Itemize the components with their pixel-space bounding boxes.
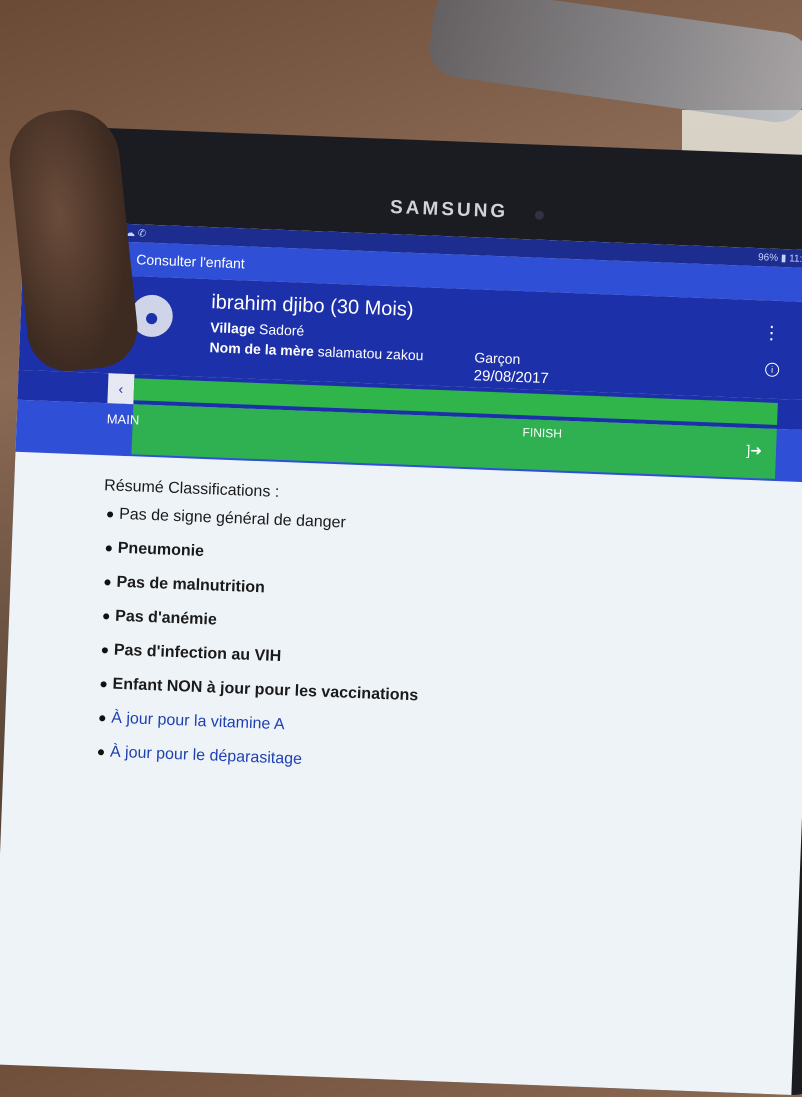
mother-label: Nom de la mère <box>209 339 315 360</box>
more-vert-icon[interactable]: ⋮ <box>762 322 781 344</box>
patient-village: Village Sadoré <box>210 319 304 339</box>
info-icon[interactable]: i <box>764 362 780 378</box>
mother-value: salamatou zakou <box>317 343 424 364</box>
bullet-icon <box>100 680 107 688</box>
bullet-icon <box>105 545 112 552</box>
background-object <box>425 0 802 127</box>
classification-text: Pas d'infection au VIH <box>113 641 282 666</box>
patient-name: ibrahim djibo (30 Mois) <box>210 291 414 321</box>
village-value: Sadoré <box>258 321 305 339</box>
exit-icon: ]➜ <box>746 441 763 459</box>
app-title: Consulter l'enfant <box>136 251 246 272</box>
clock: 11:05 <box>788 252 802 265</box>
patient-mother: Nom de la mère salamatou zakou <box>209 339 423 363</box>
bullet-icon <box>104 579 111 586</box>
front-camera <box>534 210 545 220</box>
summary-content: Résumé Classifications : Pas de signe gé… <box>4 452 802 788</box>
patient-dob: 29/08/2017 <box>473 367 550 388</box>
bullet-icon <box>99 714 106 722</box>
brand-logo: SAMSUNG <box>389 196 509 223</box>
bullet-icon <box>103 613 110 620</box>
classification-text: Pas d'anémie <box>114 607 218 629</box>
patient-gender: Garçon <box>474 349 521 368</box>
classification-text: Enfant NON à jour pour les vaccinations <box>112 675 419 705</box>
bullet-icon <box>101 646 109 654</box>
back-button[interactable]: ‹ <box>107 373 135 405</box>
bullet-icon <box>97 748 105 756</box>
bullet-icon <box>107 511 114 518</box>
classification-text: Pas de signe général de danger <box>118 505 347 532</box>
classification-text: Pneumonie <box>117 539 205 561</box>
tab-main[interactable]: MAIN <box>106 411 139 427</box>
classification-text: À jour pour le déparasitage <box>109 743 303 768</box>
finish-label: FINISH <box>522 425 563 441</box>
battery-level: 96% <box>757 251 779 264</box>
classification-text: Pas de malnutrition <box>116 573 266 597</box>
status-right: 96% ▮ 11:05 <box>758 252 802 265</box>
classification-text: À jour pour la vitamine A <box>110 709 285 734</box>
village-label: Village <box>210 319 256 337</box>
